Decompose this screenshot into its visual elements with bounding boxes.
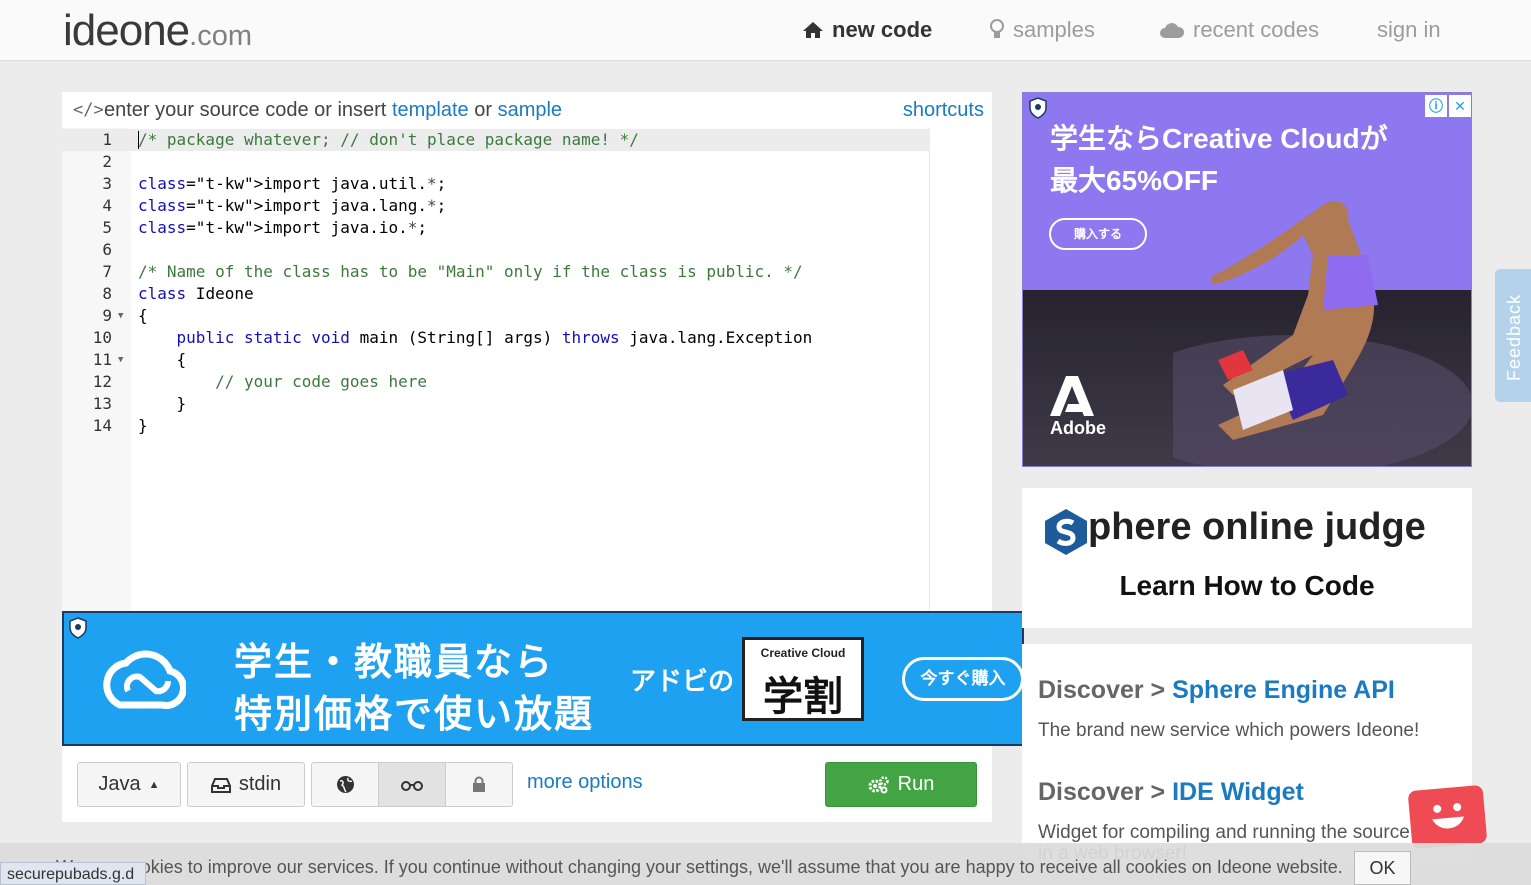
code-line: 3 class="t-kw">import java.util.*; [102,174,447,193]
code-line: 10 public static void main (String[] arg… [92,328,813,347]
home-icon [803,22,823,38]
glasses-icon [401,780,423,791]
badge-caption: Creative Cloud [760,646,846,660]
nav-label: new code [832,17,933,42]
nav-samples[interactable]: samples [989,17,1095,43]
cloud-icon [1160,23,1185,38]
ad-right-headline-1: 学生ならCreative Cloudが [1050,123,1388,154]
code-line: 11 ▼ { [92,349,187,371]
ad-right-brand: Adobe [1050,418,1106,438]
gears-icon [868,775,889,793]
fold-arrow-icon[interactable]: ▼ [118,349,123,371]
editor-controls: Java ▲ stdin more options Run [62,746,992,822]
ad-close-icon[interactable]: ✕ [1449,95,1471,117]
nav-sign-in[interactable]: sign in [1377,17,1441,43]
sphere-logo-icon [1045,509,1087,555]
code-line: 4 class="t-kw">import java.lang.*; [102,196,447,215]
sphere-title: phere online judge [1088,506,1426,548]
stdin-button[interactable]: stdin [187,762,305,807]
language-select-button[interactable]: Java ▲ [77,762,181,807]
code-line: 12 // your code goes here [92,372,427,391]
sphere-online-judge-card[interactable]: phere online judge Learn How to Code [1022,488,1472,628]
cookie-ok-button[interactable]: OK [1354,851,1411,885]
ad-banner-bottom[interactable]: 学生・教職員なら 特別価格で使い放題 アドビの Creative Cloud 学… [62,611,1024,746]
nav-new-code[interactable]: new code [802,17,932,43]
code-icon: </> [73,100,104,120]
template-link[interactable]: template [392,99,469,121]
code-line: 7/* Name of the class has to be "Main" o… [102,262,803,281]
logo[interactable]: ideone.com [63,6,252,56]
ad-right-adobe[interactable]: ⓘ ✕ 学生ならCreative Cloudが 最大65%OFF 購入する Ad… [1022,92,1472,467]
visibility-public-button[interactable] [311,762,379,807]
nav-label: samples [1013,17,1095,42]
code-line: 1/* package whatever; // don't place pac… [102,130,639,149]
code-line: 8 class Ideone [102,284,254,303]
discover-panel: Discover > Sphere Engine API The brand n… [1022,644,1472,864]
lock-icon [473,776,485,792]
run-label: Run [897,773,935,795]
cookie-notice-bar: We use cookies to improve our services. … [0,843,1531,885]
code-line: 2 [102,152,112,171]
discover-heading-2: Discover > IDE Widget [1038,778,1304,806]
discover-text-1: The brand new service which powers Ideon… [1038,720,1420,741]
globe-icon [336,776,354,793]
stdin-label: stdin [238,773,282,795]
nav-label: recent codes [1193,17,1319,42]
ad-info-icon[interactable]: ⓘ [1425,95,1447,117]
lightbulb-icon [990,19,1004,38]
code-line: 6 [102,240,112,259]
nav-label: sign in [1377,17,1441,42]
sphere-engine-api-link[interactable]: Sphere Engine API [1172,676,1395,704]
ad-dancer-image [1173,200,1471,466]
ad-headline-1: 学生・教職員なら [234,642,555,684]
feedback-tab[interactable]: Feedback [1495,269,1531,402]
ad-adobe-text: アドビの [630,666,735,696]
code-line: 14} [92,416,148,435]
inbox-icon [210,777,231,793]
shortcuts-link[interactable]: shortcuts [903,99,984,122]
code-area[interactable]: 1/* package whatever; // don't place pac… [62,129,992,437]
caret-up-icon: ▲ [148,778,160,791]
sphere-subtitle: Learn How to Code [1119,570,1375,601]
ad-badge: Creative Cloud 学割 [742,637,864,721]
ide-widget-link[interactable]: IDE Widget [1172,778,1304,806]
code-line: 13 } [92,394,187,413]
code-line: 9 ▼{ [102,305,148,327]
fold-arrow-icon[interactable]: ▼ [118,305,123,327]
language-label: Java [98,773,141,795]
text-cursor [138,131,139,149]
visibility-private-button[interactable] [445,762,513,807]
hint-or: or [474,99,493,121]
nav-recent-codes[interactable]: recent codes [1159,17,1319,43]
hint-prefix: enter your source code or insert [104,99,387,121]
ad-right-buy-button[interactable]: 購入する [1049,218,1147,250]
sample-link[interactable]: sample [498,99,562,121]
adobe-logo-icon [1050,376,1094,416]
creative-cloud-logo-icon [103,650,186,709]
chat-widget-button[interactable] [1407,784,1488,850]
ad-headline-2: 特別価格で使い放題 [234,694,595,736]
ad-privacy-icon[interactable] [1028,97,1048,119]
feedback-label: Feedback [1504,293,1524,381]
more-options-link[interactable]: more options [527,771,643,794]
cookie-message: We use cookies to improve our services. … [56,857,1343,877]
smiley-icon [1432,803,1465,829]
run-button[interactable]: Run [825,762,977,807]
badge-main: 学割 [763,675,843,719]
visibility-unlisted-button[interactable] [378,762,446,807]
logo-domain: .com [189,20,252,52]
logo-main: ideone [63,6,190,55]
browser-status-bar: securepubads.g.d [0,862,146,885]
editor-header: </> enter your source code or insert tem… [62,92,992,128]
ad-privacy-icon[interactable] [68,617,88,639]
editor-hint: enter your source code or insert templat… [104,99,562,122]
top-navbar: ideone.com new code samples recent codes… [0,0,1531,61]
code-line: 5 class="t-kw">import java.io.*; [102,218,428,237]
discover-heading-1: Discover > Sphere Engine API [1038,676,1395,704]
ad-buy-button[interactable]: 今すぐ購入 [902,657,1022,701]
